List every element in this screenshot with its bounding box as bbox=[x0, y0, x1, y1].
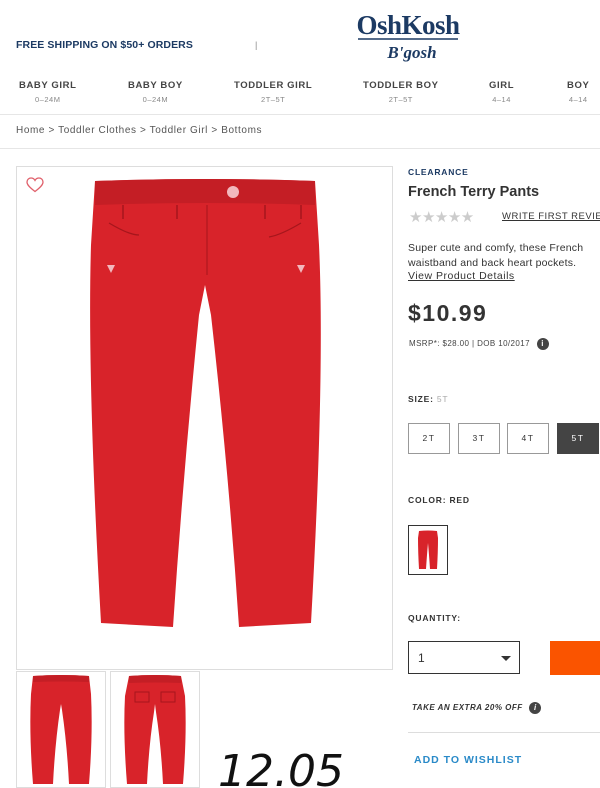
nav-boy[interactable]: BOY 4–14 bbox=[567, 80, 589, 104]
breadcrumb-divider bbox=[0, 148, 600, 149]
breadcrumb: Home > Toddler Clothes > Toddler Girl > … bbox=[16, 125, 262, 136]
color-swatch-red[interactable] bbox=[408, 525, 448, 575]
size-option-2t[interactable]: 2T bbox=[408, 423, 450, 454]
rating-stars[interactable]: ★★★★★ bbox=[409, 208, 474, 226]
nav-toddler-boy[interactable]: TODDLER BOY 2T–5T bbox=[363, 80, 439, 104]
thumbnail-front[interactable] bbox=[16, 671, 106, 788]
clearance-badge: CLEARANCE bbox=[408, 167, 469, 177]
breadcrumb-toddler-clothes[interactable]: Toddler Clothes bbox=[58, 125, 136, 136]
handwritten-note: 12.05 bbox=[218, 746, 344, 788]
nav-girl[interactable]: GIRL 4–14 bbox=[489, 80, 514, 104]
size-option-3t[interactable]: 3T bbox=[458, 423, 500, 454]
pants-image bbox=[90, 179, 321, 627]
breadcrumb-separator: > bbox=[211, 125, 218, 136]
pants-swatch-image bbox=[418, 530, 438, 569]
extra-discount-promo: TAKE AN EXTRA 20% OFF i bbox=[412, 702, 542, 714]
svg-text:B'gosh: B'gosh bbox=[386, 43, 436, 62]
add-to-wishlist-link[interactable]: ADD TO WISHLIST bbox=[414, 754, 522, 766]
color-label: COLOR: RED bbox=[408, 495, 470, 505]
nav-label: TODDLER BOY bbox=[363, 80, 439, 91]
view-details-link[interactable]: View Product Details bbox=[408, 270, 515, 282]
svg-text:OshKosh: OshKosh bbox=[356, 10, 460, 40]
product-description: Super cute and comfy, these French waist… bbox=[408, 241, 600, 270]
pants-thumbnail-front-image bbox=[30, 675, 92, 784]
breadcrumb-bottoms[interactable]: Bottoms bbox=[221, 125, 262, 136]
nav-age-range: 0–24M bbox=[35, 95, 61, 104]
quantity-label: QUANTITY: bbox=[408, 613, 461, 623]
product-main-image[interactable] bbox=[16, 166, 393, 670]
size-label: SIZE: 5T bbox=[408, 394, 448, 404]
msrp-text: MSRP*: $28.00 | DOB 10/2017 bbox=[409, 339, 530, 349]
wishlist-divider bbox=[408, 732, 600, 733]
nav-age-range: 0–24M bbox=[142, 95, 169, 104]
quantity-select[interactable]: 1 bbox=[408, 641, 520, 674]
nav-baby-girl[interactable]: BABY GIRL 0–24M bbox=[19, 80, 76, 104]
size-option-5t[interactable]: 5T bbox=[557, 423, 599, 454]
write-review-link[interactable]: WRITE FIRST REVIEW bbox=[502, 211, 600, 222]
header-divider: | bbox=[255, 40, 258, 50]
chevron-down-icon bbox=[501, 656, 511, 661]
nav-label: GIRL bbox=[489, 80, 515, 91]
free-shipping-banner[interactable]: FREE SHIPPING ON $50+ ORDERS bbox=[16, 39, 193, 51]
nav-divider bbox=[0, 114, 600, 115]
description-line: Super cute and comfy, these French bbox=[408, 242, 584, 254]
quantity-value: 1 bbox=[418, 651, 425, 665]
size-selected-value: 5T bbox=[436, 394, 449, 404]
nav-toddler-girl[interactable]: TODDLER GIRL 2T–5T bbox=[234, 80, 312, 104]
nav-label: BABY BOY bbox=[128, 80, 183, 91]
add-to-bag-button[interactable] bbox=[550, 641, 600, 675]
favorite-heart-icon[interactable] bbox=[26, 177, 44, 193]
nav-label: BABY GIRL bbox=[19, 80, 77, 91]
size-label-text: SIZE: bbox=[408, 394, 437, 404]
product-price: $10.99 bbox=[408, 300, 488, 326]
extra-discount-text: TAKE AN EXTRA 20% OFF bbox=[412, 703, 523, 713]
nav-baby-boy[interactable]: BABY BOY 0–24M bbox=[128, 80, 183, 104]
breadcrumb-separator: > bbox=[140, 125, 147, 136]
breadcrumb-separator: > bbox=[48, 125, 55, 136]
nav-age-range: 2T–5T bbox=[261, 95, 286, 104]
svg-text:12.05: 12.05 bbox=[218, 746, 344, 788]
site-header: FREE SHIPPING ON $50+ ORDERS | OshKosh B… bbox=[0, 0, 600, 72]
nav-age-range: 2T–5T bbox=[388, 95, 413, 104]
nav-label: BOY bbox=[567, 80, 590, 91]
nav-age-range: 4–14 bbox=[568, 95, 588, 104]
info-icon[interactable]: i bbox=[529, 702, 542, 714]
thumbnail-back[interactable] bbox=[110, 671, 200, 788]
category-nav: BABY GIRL 0–24M BABY BOY 0–24M TODDLER G… bbox=[0, 72, 600, 114]
description-line: waistband and back heart pockets. bbox=[408, 256, 577, 269]
oshkosh-logo[interactable]: OshKosh B'gosh bbox=[350, 8, 466, 64]
nav-label: TODDLER GIRL bbox=[234, 80, 313, 91]
nav-age-range: 4–14 bbox=[492, 95, 511, 104]
breadcrumb-toddler-girl[interactable]: Toddler Girl bbox=[150, 125, 208, 136]
breadcrumb-home[interactable]: Home bbox=[16, 125, 45, 136]
product-title: French Terry Pants bbox=[408, 184, 540, 200]
size-option-4t[interactable]: 4T bbox=[507, 423, 549, 454]
msrp-info: MSRP*: $28.00 | DOB 10/2017 i bbox=[409, 338, 549, 350]
info-icon[interactable]: i bbox=[536, 338, 549, 350]
pants-thumbnail-back-image bbox=[124, 675, 186, 784]
